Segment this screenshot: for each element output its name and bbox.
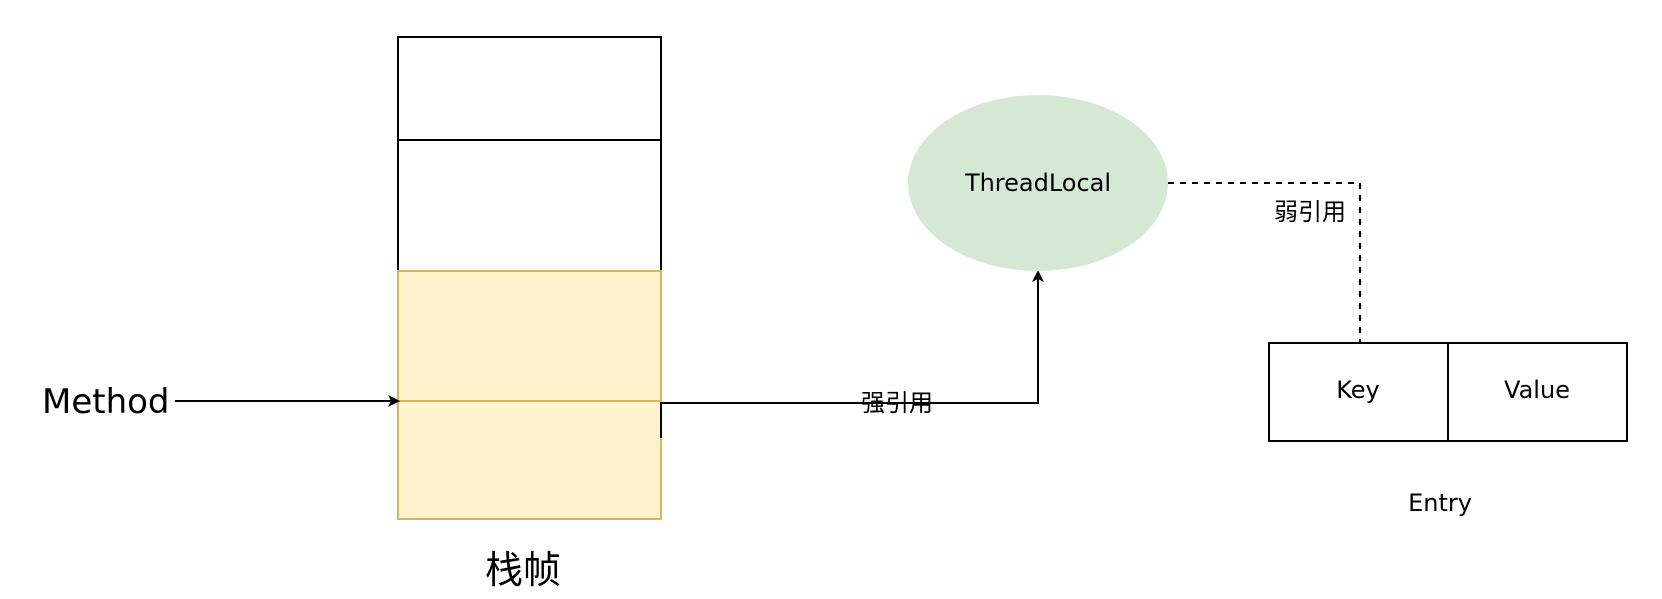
- strong-reference-line: [660, 270, 1044, 438]
- threadlocal-diagram: 栈帧 Method 强引用 ThreadLocal 弱引用 Key Value …: [42, 36, 1628, 592]
- stack-label: 栈帧: [485, 548, 561, 592]
- threadlocal-label: ThreadLocal: [964, 169, 1111, 197]
- entry-caption: Entry: [1408, 489, 1472, 517]
- stack-frame-highlight-lower: [397, 400, 662, 520]
- stack-frame-second: [397, 139, 662, 272]
- weak-reference-label: 弱引用: [1274, 198, 1346, 226]
- strong-reference-label: 强引用: [861, 389, 933, 417]
- entry-key-label: Key: [1336, 376, 1380, 404]
- stack-frame-highlight-upper: [397, 270, 662, 402]
- entry-value-label: Value: [1504, 376, 1570, 404]
- stack-frame-top: [397, 36, 662, 141]
- method-label: Method: [42, 382, 170, 422]
